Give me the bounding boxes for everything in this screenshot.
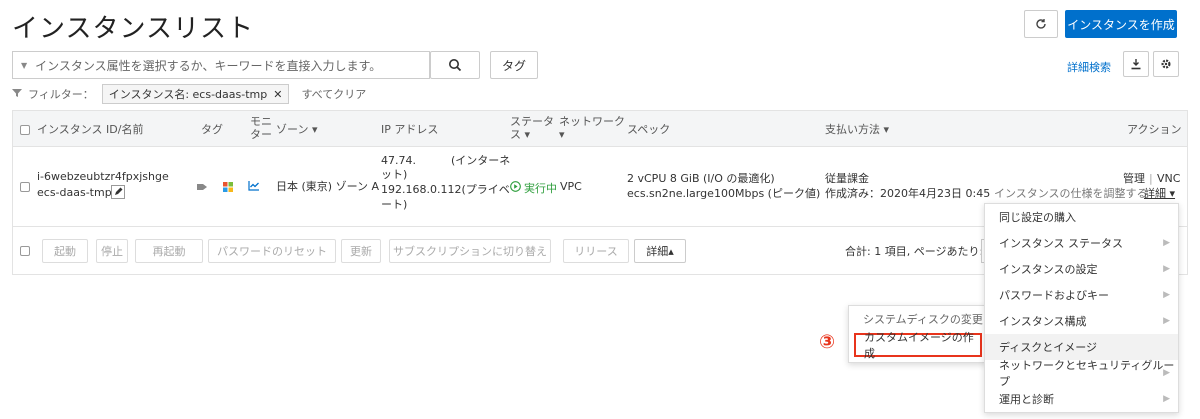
search-icon: [448, 58, 462, 72]
filter-row: フィルター： インスタンス名: ecs-daas-tmp ✕ すべてクリア: [12, 84, 366, 104]
chevron-right-icon: ▶: [1163, 316, 1170, 326]
download-icon: [1130, 58, 1142, 70]
row-checkbox[interactable]: [20, 182, 30, 192]
menu-item-buy-same[interactable]: 同じ設定の購入: [985, 204, 1178, 230]
menu-item-instance-status[interactable]: インスタンス ステータス ▶: [985, 230, 1178, 256]
menu-item-ops-diagnostics[interactable]: 運用と診断 ▶: [985, 386, 1178, 412]
menu-item-network-security[interactable]: ネットワークとセキュリティグループ ▶: [985, 359, 1178, 388]
ip-private-type: ート): [381, 198, 408, 211]
pencil-icon: [114, 185, 123, 199]
close-icon[interactable]: ✕: [273, 88, 282, 101]
header-monitor: モニ ター: [250, 115, 272, 141]
spec-bandwidth: 100Mbps (ピーク値): [714, 187, 821, 200]
filter-chip: インスタンス名: ecs-daas-tmp ✕: [101, 84, 290, 104]
header-status[interactable]: ステータ ス ▾: [510, 115, 554, 141]
caret-down-icon: ▼: [21, 60, 28, 70]
menu-item-instance-config[interactable]: インスタンス構成 ▶: [985, 308, 1178, 334]
start-button[interactable]: 起動: [42, 239, 88, 263]
manage-link[interactable]: 管理: [1123, 171, 1145, 186]
menu-item-label: ネットワークとセキュリティグループ: [999, 359, 1175, 388]
created-at: 作成済み：2020年4月23日 0:45: [825, 187, 991, 200]
status-badge: 実行中: [510, 180, 557, 196]
ip-public-prefix: 47.74.: [381, 154, 416, 167]
chevron-right-icon: ▶: [1163, 238, 1170, 248]
submenu-item-create-custom-image[interactable]: カスタムイメージの作成: [854, 331, 982, 360]
page-title: インスタンスリスト: [12, 14, 254, 44]
search-input[interactable]: ▼ インスタンス属性を選択するか、キーワードを直接入力します。: [12, 51, 430, 79]
header-action: アクション: [1127, 123, 1182, 136]
play-circle-icon: [510, 181, 521, 195]
disk-image-submenu: システムディスクの変更 カスタムイメージの作成: [848, 305, 986, 363]
reset-password-button[interactable]: パスワードのリセット: [208, 239, 336, 263]
chevron-right-icon: ▶: [1163, 368, 1170, 378]
filter-icon: [12, 88, 22, 101]
header-tag: タグ: [201, 123, 223, 136]
menu-item-instance-settings[interactable]: インスタンスの設定 ▶: [985, 256, 1178, 282]
ip-private: 192.168.0.112(プライベ: [381, 183, 510, 196]
header-zone[interactable]: ゾーン ▾: [276, 123, 317, 136]
total-count: 合計: 1 項目, ページあたり:: [845, 245, 984, 258]
filter-chip-label: インスタンス名: ecs-daas-tmp: [108, 88, 268, 101]
menu-item-label: インスタンス ステータス: [999, 237, 1124, 250]
gear-icon: [1160, 58, 1172, 70]
refresh-icon: [1035, 18, 1047, 30]
more-button[interactable]: 詳細▴: [634, 239, 686, 263]
spec-value: 2 vCPU 8 GiB (I/O の最適化): [627, 172, 775, 185]
header-spec: スペック: [627, 123, 671, 136]
ip-public-type-cont: ット): [381, 168, 408, 181]
renew-button[interactable]: 更新: [341, 239, 381, 263]
menu-item-label: 運用と診断: [999, 393, 1054, 406]
instance-name: ecs-daas-tmp: [37, 186, 112, 199]
header-id[interactable]: インスタンス ID/名前: [37, 123, 143, 136]
chevron-right-icon: ▶: [1163, 264, 1170, 274]
network-value: VPC: [560, 180, 582, 193]
tag-icon[interactable]: [197, 181, 209, 195]
settings-button[interactable]: [1153, 51, 1179, 77]
step-annotation: ③: [819, 331, 836, 353]
create-instance-button[interactable]: インスタンスを作成: [1065, 10, 1177, 38]
billing-method: 従量課金: [825, 172, 869, 185]
release-button[interactable]: リリース: [563, 239, 629, 263]
stop-button[interactable]: 停止: [96, 239, 128, 263]
instance-id-link[interactable]: i-6webzeubtzr4fpxjshge: [37, 169, 169, 184]
select-all-checkbox[interactable]: [20, 125, 30, 135]
header-billing[interactable]: 支払い方法 ▾: [825, 123, 889, 136]
menu-item-label: パスワードおよびキー: [999, 289, 1109, 302]
more-actions-link[interactable]: 詳細 ▾: [1144, 186, 1175, 201]
export-button[interactable]: [1123, 51, 1149, 77]
filter-label: フィルター：: [28, 88, 94, 101]
action-separator: |: [1149, 172, 1153, 185]
menu-item-password-keys[interactable]: パスワードおよびキー ▶: [985, 282, 1178, 308]
search-button[interactable]: [430, 51, 480, 79]
spec-type-link[interactable]: ecs.sn2ne.large: [627, 186, 714, 201]
chevron-right-icon: ▶: [1163, 290, 1170, 300]
table-header: インスタンス ID/名前 タグ モニ ター ゾーン ▾ IP アドレス ステータ…: [13, 111, 1187, 147]
resize-link[interactable]: インスタンスの仕様を調整する: [994, 186, 1148, 201]
menu-item-label: 同じ設定の購入: [999, 211, 1076, 224]
chevron-right-icon: ▶: [1163, 394, 1170, 404]
monitor-chart-icon[interactable]: [248, 180, 260, 194]
menu-item-label: インスタンス構成: [999, 315, 1087, 328]
menu-item-label: インスタンスの設定: [999, 263, 1098, 276]
status-text: 実行中: [524, 182, 557, 195]
zone-value: 日本 (東京) ゾーン A: [276, 180, 380, 193]
header-ip: IP アドレス: [381, 123, 439, 136]
advanced-search-link[interactable]: 詳細検索: [1067, 59, 1111, 75]
clear-filters-link[interactable]: すべてクリア: [301, 86, 366, 102]
refresh-button[interactable]: [1024, 10, 1058, 38]
restart-button[interactable]: 再起動: [135, 239, 203, 263]
footer-select-all-checkbox[interactable]: [20, 246, 30, 256]
menu-item-label: ディスクとイメージ: [999, 341, 1098, 354]
windows-icon: [223, 181, 233, 195]
more-actions-dropdown: 同じ設定の購入 インスタンス ステータス ▶ インスタンスの設定 ▶ パスワードおよ…: [984, 203, 1179, 413]
ip-public-type: (インターネ: [451, 154, 511, 167]
header-network[interactable]: ネットワーク ▾: [559, 115, 625, 141]
tag-filter-button[interactable]: タグ: [490, 51, 538, 79]
vnc-link[interactable]: VNC: [1157, 171, 1180, 186]
edit-name-button[interactable]: [111, 185, 125, 199]
switch-subscription-button[interactable]: サブスクリプションに切り替え: [389, 239, 551, 263]
search-placeholder: インスタンス属性を選択するか、キーワードを直接入力します。: [35, 58, 382, 73]
